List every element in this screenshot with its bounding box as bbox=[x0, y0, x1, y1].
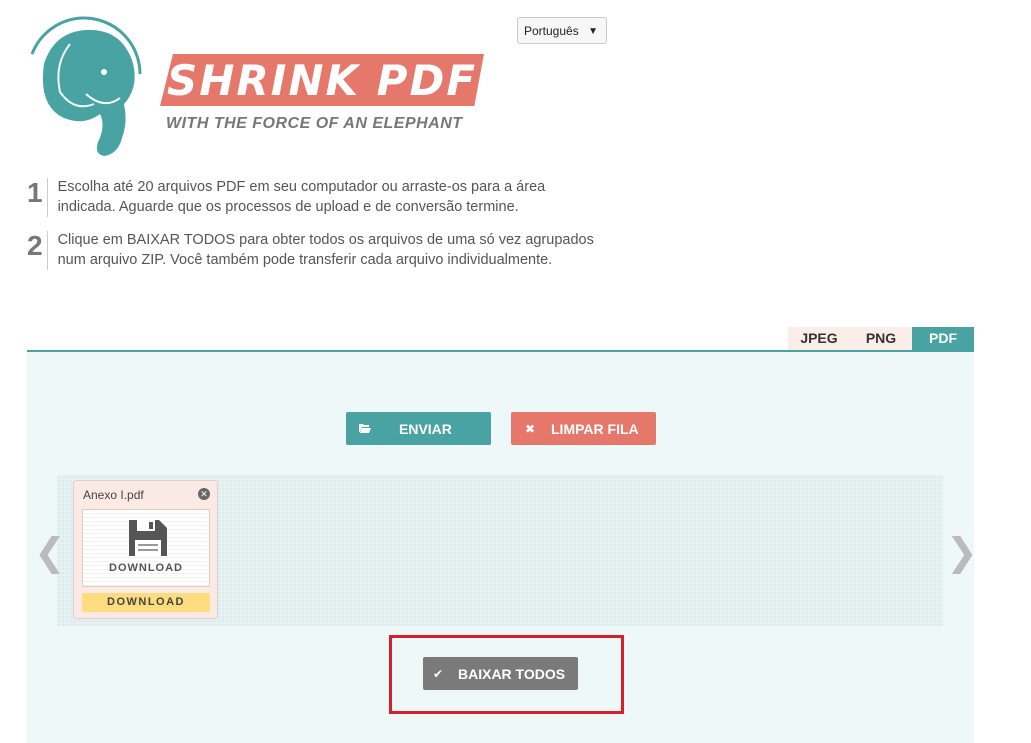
upload-button[interactable]: ENVIAR bbox=[346, 412, 491, 445]
instruction-step-1: 1 Escolha até 20 arquivos PDF em seu com… bbox=[27, 178, 607, 217]
tab-png[interactable]: PNG bbox=[850, 327, 912, 350]
step-text: Clique em BAIXAR TODOS para obter todos … bbox=[57, 232, 594, 268]
file-card: Anexo I.pdf ✕ DOWNLOAD DOWNLOAD bbox=[73, 480, 218, 619]
tab-jpeg[interactable]: JPEG bbox=[788, 327, 850, 350]
step-text: Escolha até 20 arquivos PDF em seu compu… bbox=[57, 179, 546, 215]
thumbnail-download-label: DOWNLOAD bbox=[109, 562, 183, 574]
logo-tagline: WITH THE FORCE OF AN ELEPHANT bbox=[166, 115, 463, 132]
clear-queue-button-label: LIMPAR FILA bbox=[551, 420, 639, 437]
close-icon: ✖ bbox=[524, 421, 536, 436]
language-select-value: Português bbox=[524, 23, 579, 38]
step-number: 2 bbox=[27, 231, 48, 270]
file-download-button[interactable]: DOWNLOAD bbox=[82, 593, 210, 612]
chevron-right-icon[interactable]: ❯ bbox=[946, 530, 978, 574]
highlight-box bbox=[389, 635, 624, 714]
chevron-down-icon: ▼ bbox=[588, 26, 598, 37]
remove-file-icon[interactable]: ✕ bbox=[198, 488, 210, 500]
logo-banner: SHRINK PDF bbox=[160, 54, 484, 106]
instruction-step-2: 2 Clique em BAIXAR TODOS para obter todo… bbox=[27, 231, 607, 270]
tab-pdf[interactable]: PDF bbox=[912, 327, 974, 350]
step-number: 1 bbox=[27, 178, 48, 217]
floppy-disk-icon bbox=[129, 520, 167, 561]
clear-queue-button[interactable]: ✖ LIMPAR FILA bbox=[511, 412, 656, 445]
folder-open-icon bbox=[346, 422, 384, 436]
elephant-logo-icon bbox=[24, 14, 144, 164]
chevron-left-icon[interactable]: ❮ bbox=[34, 530, 66, 574]
language-select[interactable]: Português ▼ bbox=[517, 17, 607, 44]
file-name: Anexo I.pdf bbox=[83, 488, 144, 502]
file-thumbnail[interactable]: DOWNLOAD bbox=[82, 509, 210, 587]
logo-title: SHRINK PDF bbox=[166, 55, 478, 105]
upload-button-label: ENVIAR bbox=[399, 420, 452, 437]
format-tabs: JPEG PNG PDF bbox=[788, 327, 974, 350]
